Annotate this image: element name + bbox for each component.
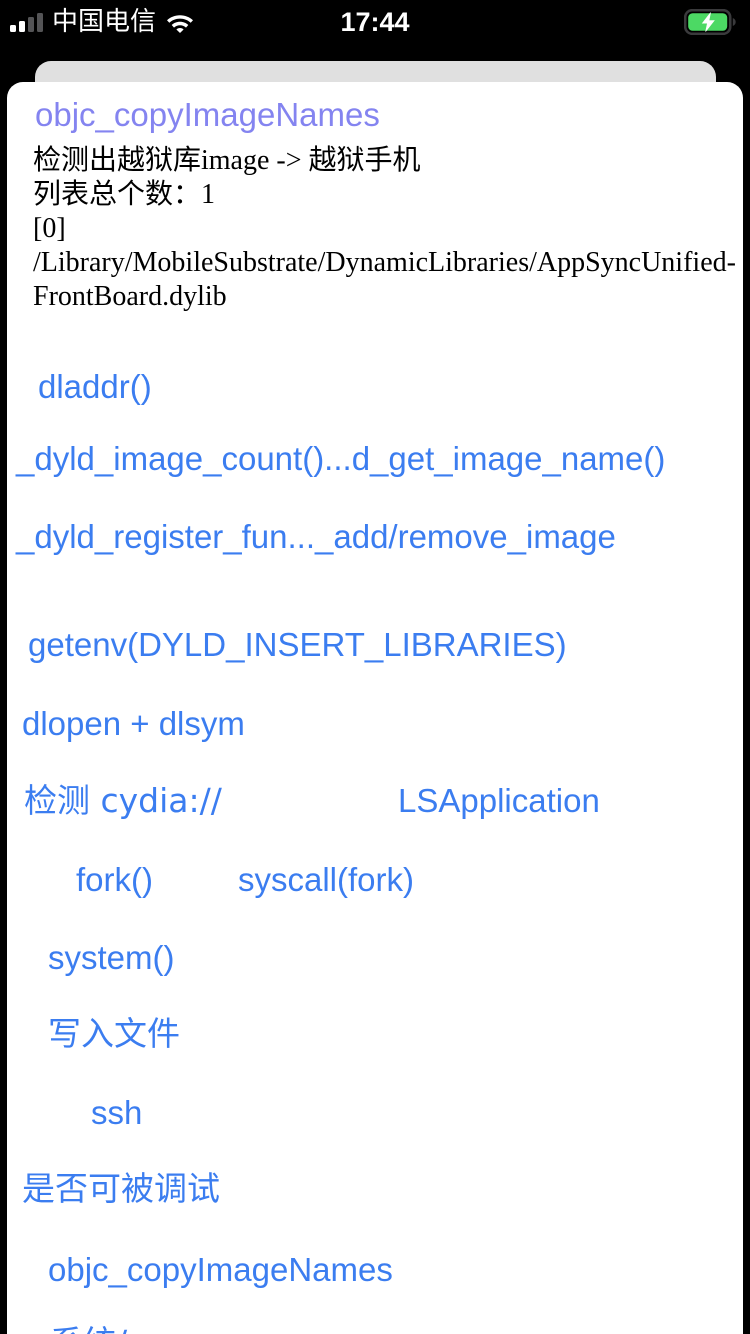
page-title: objc_copyImageNames [35, 96, 380, 133]
phone-screen: objc_copyImageNames 检测出越狱库image -> 越狱手机 … [0, 0, 750, 1334]
action-button-0[interactable]: dladdr() [38, 364, 152, 410]
action-button-12[interactable]: 是否可被调试 [22, 1166, 220, 1212]
action-row: system() [7, 935, 743, 981]
action-button-14[interactable]: 系统/ [50, 1320, 127, 1334]
action-row: ssh [7, 1090, 743, 1136]
action-row: dladdr() [7, 364, 743, 410]
action-button-10[interactable]: 写入文件 [48, 1011, 180, 1057]
action-row: getenv(DYLD_INSERT_LIBRARIES) [7, 622, 743, 668]
clock-label: 17:44 [340, 6, 410, 37]
action-button-3[interactable]: getenv(DYLD_INSERT_LIBRARIES) [28, 622, 567, 668]
status-bar: 中国电信 17:44 [0, 0, 750, 44]
action-button-8[interactable]: syscall(fork) [238, 857, 414, 903]
action-button-1[interactable]: _dyld_image_count()...d_get_image_name() [16, 436, 665, 482]
status-bar-center: 17:44 [0, 0, 750, 44]
action-button-9[interactable]: system() [48, 935, 175, 981]
result-log-text: 检测出越狱库image -> 越狱手机 列表总个数：1 [0] /Library… [33, 145, 736, 312]
action-row: objc_copyImageNames [7, 1247, 743, 1293]
action-row: 系统/ [7, 1320, 743, 1334]
action-row: _dyld_image_count()...d_get_image_name() [7, 436, 743, 482]
action-row: _dyld_register_fun..._add/remove_image [7, 514, 743, 560]
action-row: LSApplication [7, 778, 743, 824]
action-row: dlopen + dlsym [7, 701, 743, 747]
action-row: syscall(fork) [7, 857, 743, 903]
action-button-11[interactable]: ssh [91, 1090, 142, 1136]
action-button-2[interactable]: _dyld_register_fun..._add/remove_image [16, 514, 616, 560]
action-row: 写入文件 [7, 1011, 743, 1057]
action-button-13[interactable]: objc_copyImageNames [48, 1247, 393, 1293]
status-bar-right [684, 0, 736, 44]
action-row: 是否可被调试 [7, 1166, 743, 1212]
battery-charging-icon [684, 9, 736, 35]
action-button-4[interactable]: dlopen + dlsym [22, 701, 245, 747]
modal-card: objc_copyImageNames 检测出越狱库image -> 越狱手机 … [7, 82, 743, 1334]
action-button-6[interactable]: LSApplication [398, 778, 600, 824]
